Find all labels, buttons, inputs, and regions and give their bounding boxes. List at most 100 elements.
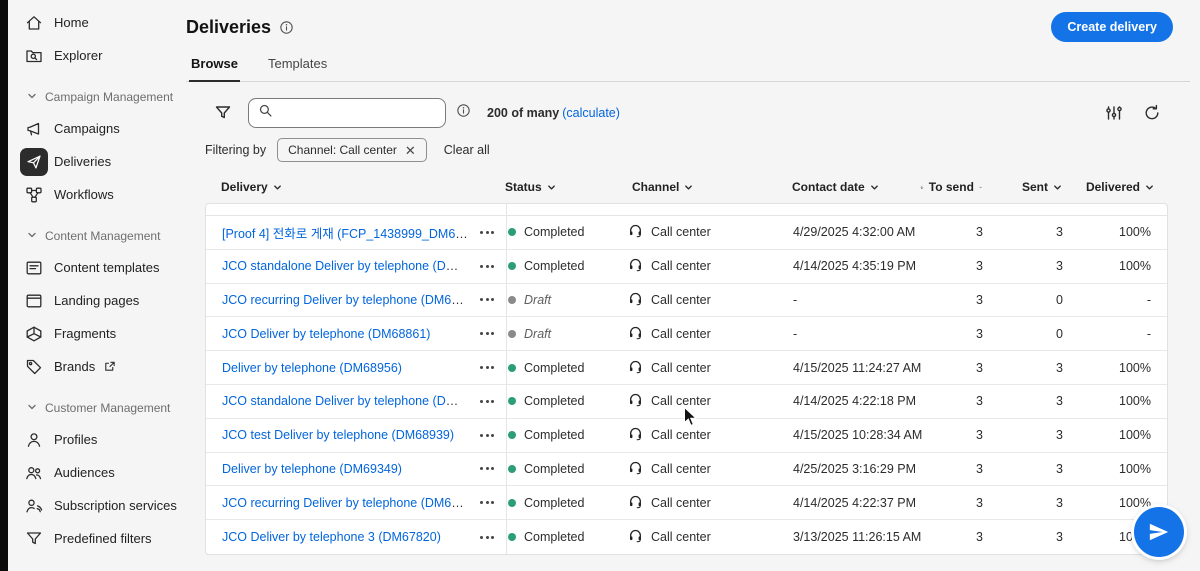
sidebar-item-brands[interactable]: Brands — [8, 350, 178, 383]
to-send-value: 3 — [921, 361, 991, 375]
sidebar-item-subscription-services[interactable]: Subscription services — [8, 489, 178, 522]
chip-close-icon[interactable]: ✕ — [405, 144, 416, 157]
create-delivery-button[interactable]: Create delivery — [1051, 12, 1173, 42]
delivery-link[interactable]: JCO recurring Deliver by telephone (DM68… — [222, 496, 468, 510]
delivery-link[interactable]: Deliver by telephone (DM68956) — [222, 361, 402, 375]
chevron-down-icon — [979, 183, 982, 192]
headset-call-center-icon — [628, 359, 643, 374]
info-icon[interactable] — [456, 103, 471, 123]
delivery-link[interactable]: JCO Deliver by telephone 3 (DM67820) — [222, 530, 441, 544]
to-send-value: 3 — [921, 259, 991, 273]
sent-value: 3 — [991, 259, 1071, 273]
sidebar-item-home[interactable]: Home — [8, 6, 178, 39]
sidebar-item-campaigns[interactable]: Campaigns — [8, 112, 178, 145]
status-dot — [508, 296, 516, 304]
to-send-value: 3 — [921, 327, 991, 341]
headset-call-center-icon — [628, 494, 643, 509]
sidebar: Home Explorer Campaign Management Campai… — [8, 0, 178, 571]
sidebar-item-fragments[interactable]: Fragments — [8, 317, 178, 350]
row-more-actions-button[interactable] — [474, 494, 500, 512]
delivery-link[interactable]: JCO recurring Deliver by telephone (DM68… — [222, 293, 468, 307]
delivery-link[interactable]: JCO Deliver by telephone (DM68861) — [222, 327, 430, 341]
clear-all-button[interactable]: Clear all — [444, 143, 490, 157]
column-header-channel[interactable]: Channel — [625, 180, 785, 194]
sidebar-item-landing-pages[interactable]: Landing pages — [8, 284, 178, 317]
sidebar-section-label: Content Management — [45, 229, 160, 243]
delivered-value: 100% — [1071, 225, 1169, 239]
contact-date: 4/25/2025 3:16:29 PM — [786, 462, 921, 476]
refresh-icon[interactable] — [1137, 98, 1167, 128]
row-more-actions-button[interactable] — [474, 257, 500, 275]
tab-browse[interactable]: Browse — [189, 56, 240, 82]
row-more-actions-button[interactable] — [474, 359, 500, 377]
chevron-down-icon — [870, 183, 879, 192]
calculate-link[interactable]: (calculate) — [562, 106, 620, 120]
column-settings-icon[interactable] — [1099, 98, 1129, 128]
sidebar-item-predefined-filters[interactable]: Predefined filters — [8, 522, 178, 555]
row-more-actions-button[interactable] — [474, 392, 500, 410]
filter-bar: Filtering by Channel: Call center ✕ Clea… — [186, 138, 1200, 162]
sidebar-item-label: Landing pages — [54, 293, 139, 308]
column-header-contact-date[interactable]: Contact date — [785, 180, 920, 194]
headset-call-center-icon — [628, 392, 643, 407]
sidebar-item-workflows[interactable]: Workflows — [8, 178, 178, 211]
headset-call-center-icon — [628, 223, 643, 238]
sidebar-item-content-templates[interactable]: Content templates — [8, 251, 178, 284]
column-header-sent[interactable]: Sent — [990, 180, 1070, 194]
delivery-link[interactable]: [Proof 4] 전화로 게재 (FCP_1438999_DM6953... — [222, 227, 468, 241]
row-more-actions-button[interactable] — [474, 528, 500, 546]
sent-value: 3 — [991, 530, 1071, 544]
sidebar-item-label: Workflows — [54, 187, 114, 202]
sent-value: 0 — [991, 293, 1071, 307]
sidebar-item-profiles[interactable]: Profiles — [8, 423, 178, 456]
contact-date: 3/13/2025 11:26:15 AM — [786, 530, 921, 544]
delivery-link[interactable]: JCO standalone Deliver by telephone (DM6… — [222, 259, 468, 273]
sidebar-item-deliveries[interactable]: Deliveries — [8, 145, 178, 178]
channel-label: Call center — [651, 530, 711, 544]
tab-templates[interactable]: Templates — [266, 56, 329, 81]
sidebar-item-label: Brands — [54, 359, 95, 374]
column-header-delivery[interactable]: Delivery — [205, 180, 505, 194]
table-row: JCO recurring Deliver by telephone (DM68… — [206, 284, 1167, 318]
filter-chip-label: Channel: Call center — [288, 143, 397, 157]
create-delivery-fab[interactable] — [1134, 507, 1184, 557]
call-center-icon — [628, 325, 643, 343]
call-center-icon — [628, 494, 643, 512]
delivery-link[interactable]: JCO standalone Deliver by telephone (DM6… — [222, 394, 468, 408]
search-input[interactable] — [280, 106, 436, 121]
sidebar-item-audiences[interactable]: Audiences — [8, 456, 178, 489]
row-more-actions-button[interactable] — [474, 291, 500, 309]
row-more-actions-button[interactable] — [474, 460, 500, 478]
info-icon[interactable] — [279, 20, 294, 35]
delivered-value: 100% — [1071, 394, 1169, 408]
row-more-actions-button[interactable] — [474, 325, 500, 343]
filter-icon[interactable] — [208, 98, 238, 128]
sidebar-section-customer-management[interactable]: Customer Management — [8, 393, 178, 423]
sidebar-section-content-management[interactable]: Content Management — [8, 221, 178, 251]
sidebar-item-explorer[interactable]: Explorer — [8, 39, 178, 72]
column-header-delivered[interactable]: Delivered — [1070, 180, 1168, 194]
row-more-actions-button[interactable] — [474, 426, 500, 444]
table-header: Delivery Status Channel Contact date — [205, 175, 1168, 199]
column-header-status[interactable]: Status — [505, 180, 625, 194]
status-label: Completed — [524, 394, 584, 408]
left-edge-strip — [0, 0, 8, 571]
sidebar-section-campaign-management[interactable]: Campaign Management — [8, 82, 178, 112]
audiences-icon — [20, 459, 48, 487]
column-header-to-send[interactable]: To send — [920, 180, 990, 194]
delivery-link[interactable]: JCO test Deliver by telephone (DM68939) — [222, 428, 454, 442]
table-row: JCO test Deliver by telephone (DM68939) C… — [206, 419, 1167, 453]
status-label: Completed — [524, 361, 584, 375]
deliveries-table: Delivery Status Channel Contact date — [205, 175, 1168, 555]
row-more-actions-button[interactable] — [474, 223, 500, 241]
delivery-link[interactable]: Deliver by telephone (DM69349) — [222, 462, 402, 476]
to-send-value: 3 — [921, 428, 991, 442]
channel-label: Call center — [651, 293, 711, 307]
search-box[interactable] — [248, 98, 446, 128]
chevron-down-icon — [27, 229, 37, 243]
result-count: 200 of many(calculate) — [487, 106, 620, 120]
call-center-icon — [628, 460, 643, 478]
headset-call-center-icon — [628, 528, 643, 543]
channel-label: Call center — [651, 428, 711, 442]
sidebar-item-label: Campaigns — [54, 121, 120, 136]
